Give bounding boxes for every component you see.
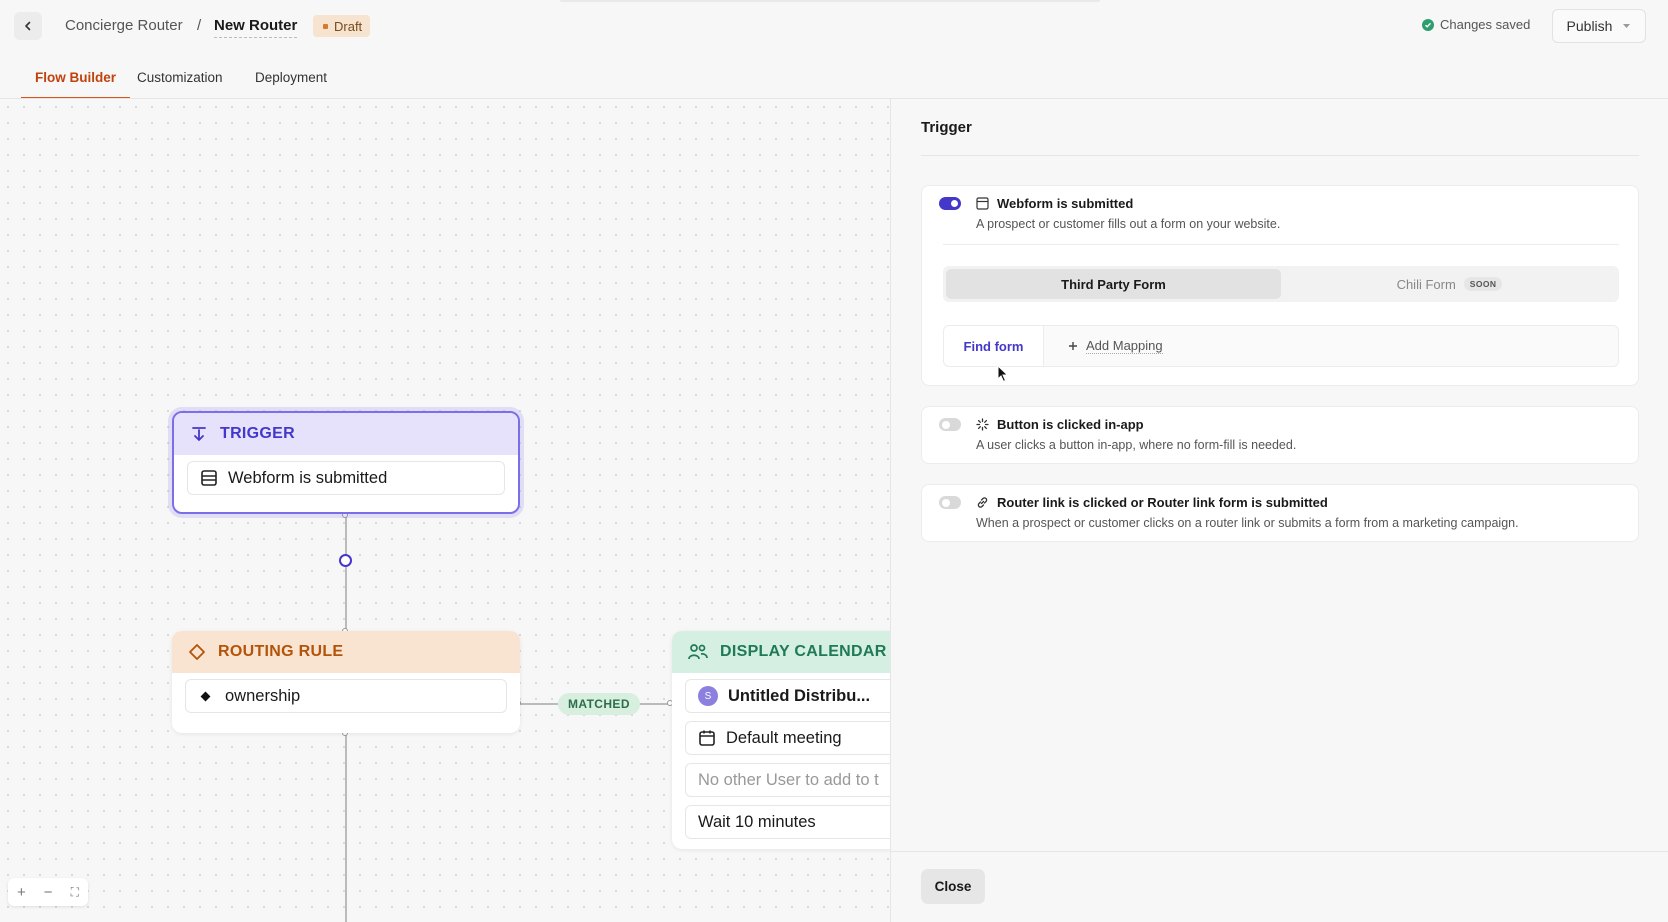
routing-node-header: ROUTING RULE (172, 631, 520, 673)
arrow-down-to-line-icon (192, 427, 206, 441)
webform-toggle[interactable] (939, 197, 961, 210)
option-title: Button is clicked in-app (976, 417, 1144, 432)
diamond-icon (189, 644, 205, 660)
link-icon (977, 497, 988, 508)
trigger-node-row-label: Webform is submitted (228, 468, 388, 487)
status-badge-label: Draft (334, 18, 363, 34)
save-status-label: Changes saved (1440, 17, 1531, 32)
trigger-node-header: TRIGGER (174, 413, 518, 455)
panel-divider (921, 155, 1639, 156)
flow-canvas[interactable]: TRIGGER Webform is submitted ROUTING RUL… (0, 99, 890, 922)
option-title-label: Button is clicked in-app (997, 417, 1144, 432)
option-title-label: Router link is clicked or Router link fo… (997, 495, 1328, 510)
draft-dot-icon (323, 23, 328, 29)
matched-badge: MATCHED (558, 693, 640, 715)
tab-customization[interactable]: Customization (137, 70, 223, 99)
bullet-diamond-icon (200, 691, 211, 701)
mapping-bar: Find form Add Mapping (943, 325, 1619, 367)
other-users-row[interactable]: No other User to add to t (685, 763, 890, 797)
trigger-option-button-click[interactable]: Button is clicked in-app A user clicks a… (921, 406, 1639, 464)
wait-row[interactable]: Wait 10 minutes (685, 805, 890, 839)
distribution-label: Untitled Distribu... (728, 686, 871, 705)
users-icon (688, 644, 708, 660)
calendar-node-title: DISPLAY CALENDAR (720, 643, 887, 660)
form-icon (201, 470, 217, 486)
routing-rule-row[interactable]: ownership (185, 679, 507, 713)
trigger-option-router-link[interactable]: Router link is clicked or Router link fo… (921, 484, 1639, 542)
trigger-settings-panel: Trigger Webform is submitted A prospect … (890, 99, 1668, 922)
zoom-controls: + − ⛶ (8, 878, 88, 906)
trigger-option-webform[interactable]: Webform is submitted A prospect or custo… (921, 185, 1639, 386)
fit-view-button[interactable]: ⛶ (71, 885, 79, 900)
publish-button[interactable]: Publish (1552, 9, 1646, 43)
tab-flow-builder[interactable]: Flow Builder (21, 70, 130, 99)
connector-trigger-routing (345, 514, 347, 632)
chili-form-button[interactable]: Chili Form SOON (1283, 269, 1616, 299)
option-title-label: Webform is submitted (997, 196, 1134, 211)
zoom-out-button[interactable]: − (44, 884, 53, 901)
zoom-in-button[interactable]: + (17, 884, 26, 901)
breadcrumb-parent[interactable]: Concierge Router (65, 17, 183, 34)
routing-rule-label: ownership (225, 686, 301, 705)
trigger-node[interactable]: TRIGGER Webform is submitted (172, 411, 520, 514)
add-mapping-button[interactable]: Add Mapping (1068, 338, 1163, 354)
routing-rule-node[interactable]: ROUTING RULE ownership (172, 631, 520, 733)
form-icon (976, 197, 989, 210)
chili-form-label: Chili Form (1396, 276, 1456, 292)
soon-badge: SOON (1463, 277, 1503, 291)
back-button[interactable] (14, 12, 42, 40)
close-button[interactable]: Close (921, 869, 985, 904)
router-name[interactable]: New Router (214, 17, 298, 38)
trigger-node-title: TRIGGER (220, 425, 295, 442)
find-form-button[interactable]: Find form (944, 326, 1044, 366)
calendar-node-header: DISPLAY CALENDAR (672, 631, 890, 673)
connector-matched-left (518, 703, 558, 705)
option-description: When a prospect or customer clicks on a … (976, 516, 1519, 530)
panel-title: Trigger (921, 119, 972, 136)
tab-deployment[interactable]: Deployment (255, 70, 327, 99)
status-badge: Draft (313, 15, 371, 37)
option-description: A user clicks a button in-app, where no … (976, 438, 1297, 452)
check-circle-icon (1422, 18, 1434, 31)
routing-node-title: ROUTING RULE (218, 643, 344, 660)
meeting-row[interactable]: Default meeting (685, 721, 890, 755)
option-title: Router link is clicked or Router link fo… (976, 495, 1328, 510)
connector-routing-down (345, 733, 347, 922)
breadcrumb-separator: / (197, 17, 202, 34)
mouse-cursor-icon (997, 365, 1009, 383)
button-click-toggle[interactable] (939, 418, 961, 431)
caret-down-icon (1623, 24, 1631, 28)
third-party-form-button[interactable]: Third Party Form (946, 269, 1281, 299)
add-step-handle[interactable] (339, 554, 352, 567)
publish-label: Publish (1566, 18, 1613, 34)
top-header: Concierge Router / New Router Draft Chan… (0, 0, 1668, 52)
calendar-icon (699, 730, 715, 746)
click-icon (976, 418, 989, 431)
tab-bar: Flow Builder Customization Deployment (0, 60, 890, 99)
option-divider (943, 244, 1619, 245)
meeting-label: Default meeting (726, 728, 842, 747)
chevron-left-icon (25, 21, 31, 31)
save-status: Changes saved (1422, 17, 1530, 32)
form-type-selector: Third Party Form Chili Form SOON (943, 266, 1619, 302)
trigger-node-row[interactable]: Webform is submitted (187, 461, 505, 495)
option-title: Webform is submitted (976, 196, 1133, 211)
distribution-row[interactable]: S Untitled Distribu... (685, 679, 890, 713)
display-calendar-node[interactable]: DISPLAY CALENDAR S Untitled Distribu... … (672, 631, 890, 849)
footer-divider (891, 851, 1668, 852)
avatar: S (698, 686, 718, 706)
option-description: A prospect or customer fills out a form … (976, 217, 1281, 231)
router-link-toggle[interactable] (939, 496, 961, 509)
plus-icon (1069, 342, 1077, 350)
add-mapping-label: Add Mapping (1086, 338, 1163, 354)
